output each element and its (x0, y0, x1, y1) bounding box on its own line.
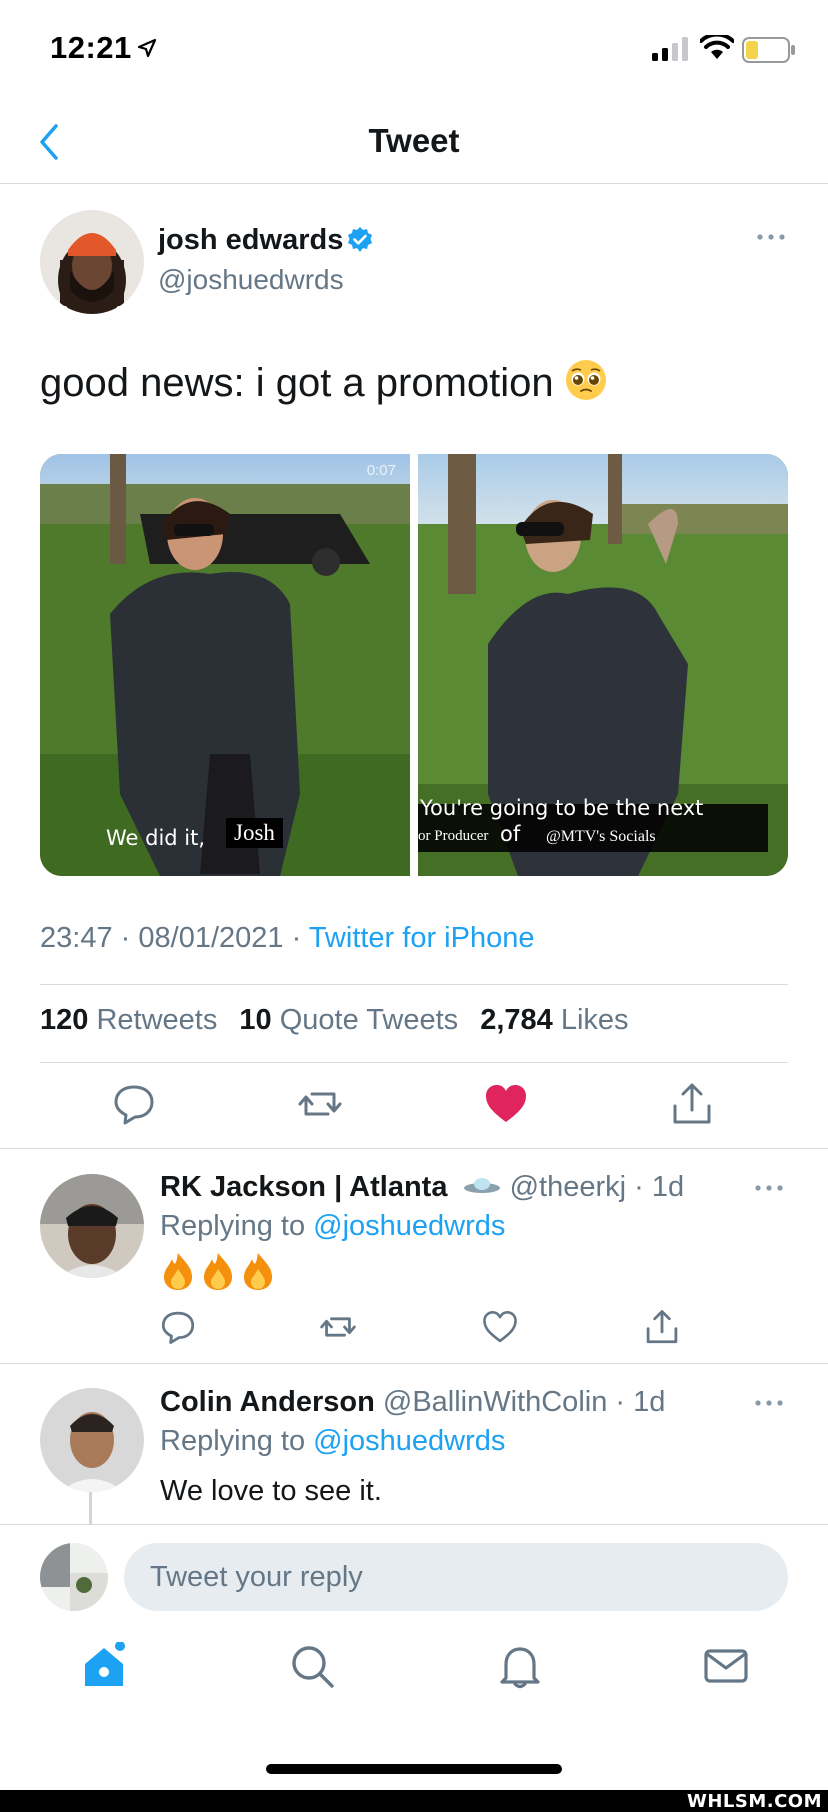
nav-bar: Tweet (0, 100, 828, 184)
home-indicator (266, 1764, 562, 1774)
replying-to: Replying to @joshuedwrds (160, 1425, 505, 1458)
reply-age: 1d (633, 1386, 666, 1418)
meta-separator: · (120, 922, 131, 954)
tweet-author: josh edwards @joshuedwrds (40, 210, 790, 314)
flying-saucer-emoji-icon (463, 1178, 500, 1193)
reply-handle: @BallinWithColin (382, 1386, 608, 1418)
retweet-icon[interactable] (298, 1082, 342, 1126)
media-video-1[interactable]: 0:07 We did it, Josh (40, 454, 410, 876)
more-options-icon[interactable] (754, 1396, 784, 1410)
tweet-text: good news: i got a promotion (40, 358, 608, 406)
more-options-icon[interactable] (756, 230, 786, 244)
divider (40, 984, 788, 985)
tweet-timestamp: 23:47 · 08/01/2021 · Twitter for iPhone (40, 922, 534, 955)
quote-label: Quote Tweets (279, 1004, 459, 1036)
fire-emoji-icon (244, 1253, 272, 1290)
video-duration: 0:07 (366, 462, 396, 479)
location-arrow-icon (137, 38, 157, 58)
reply-handle: @theerkj (509, 1171, 627, 1203)
likes-label: Likes (560, 1004, 629, 1036)
share-icon[interactable] (644, 1309, 680, 1345)
cellular-signal-icon (652, 37, 688, 61)
reply-separator: · (626, 1171, 652, 1203)
reply-name: RK Jackson | Atlanta (160, 1171, 448, 1203)
tweet-actions (0, 1082, 828, 1132)
reply-age: 1d (651, 1171, 685, 1203)
tweet-date: 08/01/2021 (138, 922, 284, 954)
current-user-avatar[interactable] (40, 1543, 108, 1611)
reply-emojis (160, 1251, 276, 1299)
replying-to-link[interactable]: @joshuedwrds (313, 1210, 505, 1242)
fire-emoji-icon (204, 1253, 232, 1290)
tweet-body: good news: i got a promotion (40, 361, 554, 405)
tweet-source-link[interactable]: Twitter for iPhone (309, 922, 535, 954)
likes-count: 2,784 (480, 1004, 553, 1036)
battery-icon (742, 37, 795, 63)
search-icon[interactable] (288, 1642, 336, 1690)
retweets-label: Retweets (96, 1004, 218, 1036)
likes-stat[interactable]: 2,784 Likes (480, 1004, 628, 1036)
verified-badge-icon (348, 227, 372, 252)
pleading-face-emoji-icon (565, 360, 606, 400)
reply-icon[interactable] (112, 1082, 156, 1126)
watermark-strip: WHLSM.COM (0, 1790, 828, 1812)
divider (40, 1062, 788, 1063)
reply-author[interactable]: RK Jackson | Atlanta @theerkj · 1d (160, 1171, 684, 1204)
page-title: Tweet (368, 122, 460, 159)
tweet-media: 0:07 We did it, Josh You're going to be … (40, 454, 788, 876)
replying-to-link[interactable]: @joshuedwrds (313, 1425, 505, 1457)
notifications-icon[interactable] (496, 1642, 544, 1690)
video-caption-right: Josh (226, 818, 283, 848)
thread-line (89, 1492, 92, 1524)
wifi-icon (700, 35, 734, 59)
reply-text: We love to see it. (160, 1475, 382, 1507)
replying-to: Replying to @joshuedwrds (160, 1210, 505, 1243)
reply-input[interactable]: Tweet your reply (124, 1543, 788, 1611)
author-handle[interactable]: @joshuedwrds (158, 264, 344, 296)
status-bar: 12:21 (0, 0, 828, 100)
tweet-stats: 120 Retweets 10 Quote Tweets 2,784 Likes (40, 1004, 643, 1037)
media-video-2[interactable]: You're going to be the next or Producer … (418, 454, 788, 876)
replying-label: Replying to (160, 1210, 306, 1242)
video-caption-line2-c: @MTV's Socials (546, 828, 656, 845)
author-name[interactable]: josh edwards (158, 224, 343, 257)
reply-tweet[interactable]: Colin Anderson @BallinWithColin · 1d Rep… (0, 1364, 828, 1524)
video-caption-line2-b: of (500, 822, 521, 846)
reply-icon[interactable] (160, 1309, 196, 1345)
tab-bar (0, 1614, 828, 1744)
home-icon[interactable] (80, 1642, 128, 1690)
reply-author[interactable]: Colin Anderson @BallinWithColin · 1d (160, 1386, 665, 1419)
status-time: 12:21 (50, 30, 132, 65)
reply-avatar[interactable] (40, 1388, 144, 1492)
share-icon[interactable] (670, 1082, 714, 1126)
quote-count: 10 (239, 1004, 272, 1036)
author-avatar[interactable] (40, 210, 144, 314)
reply-composer: Tweet your reply (0, 1524, 828, 1614)
watermark: WHLSM.COM (686, 1791, 822, 1812)
video-frame-1 (40, 454, 410, 876)
reply-avatar[interactable] (40, 1174, 144, 1278)
like-heart-icon[interactable] (482, 1309, 518, 1345)
tweet-time: 23:47 (40, 922, 113, 954)
messages-icon[interactable] (702, 1642, 750, 1690)
liked-heart-icon[interactable] (484, 1082, 528, 1126)
quote-tweets-stat[interactable]: 10 Quote Tweets (239, 1004, 458, 1036)
more-options-icon[interactable] (754, 1181, 784, 1195)
fire-emoji-icon (164, 1253, 192, 1290)
retweet-icon[interactable] (320, 1309, 356, 1345)
video-caption-line1: You're going to be the next (420, 796, 704, 820)
meta-separator: · (291, 922, 302, 954)
retweets-count: 120 (40, 1004, 89, 1036)
retweets-stat[interactable]: 120 Retweets (40, 1004, 217, 1036)
reply-separator: · (607, 1386, 634, 1418)
reply-name: Colin Anderson (160, 1386, 375, 1418)
reply-tweet[interactable]: RK Jackson | Atlanta @theerkj · 1d Reply… (0, 1149, 828, 1363)
video-caption-left: We did it, (106, 826, 206, 850)
replying-label: Replying to (160, 1425, 306, 1457)
video-caption-line2-a: or Producer (418, 828, 489, 844)
